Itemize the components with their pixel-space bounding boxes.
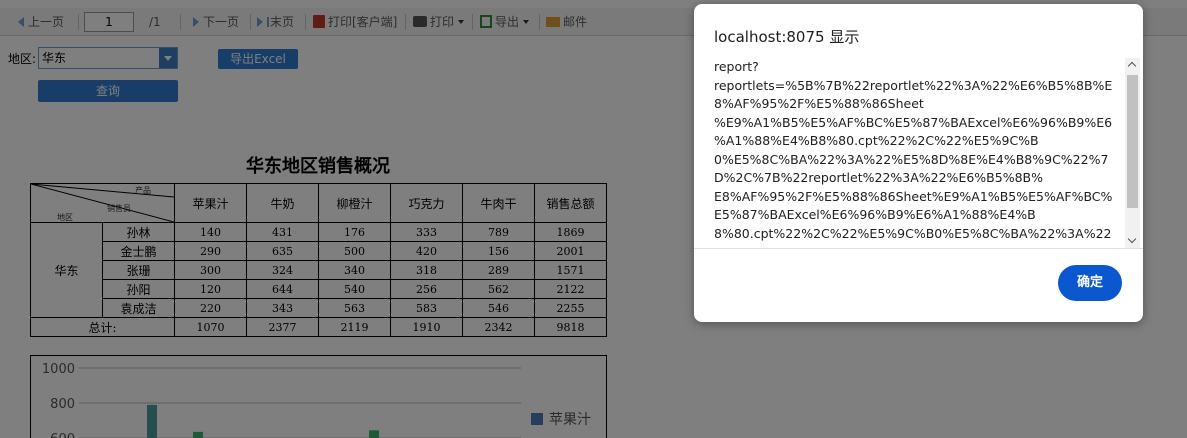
- alert-dialog: localhost:8075 显示 report? reportlets=%5B…: [694, 4, 1143, 322]
- scroll-thumb[interactable]: [1127, 75, 1138, 208]
- scroll-down-icon[interactable]: [1125, 233, 1140, 248]
- ok-button[interactable]: 确定: [1058, 265, 1122, 301]
- message-line: E5%87%BAExcel%E6%96%B9%E6%A1%88%E4%B: [714, 207, 1036, 222]
- message-line: report?: [714, 59, 759, 74]
- dialog-title: localhost:8075 显示: [714, 28, 860, 46]
- dialog-message[interactable]: report? reportlets=%5B%7B%22reportlet%22…: [714, 58, 1124, 246]
- message-line: E8%AF%95%2F%E5%88%86Sheet%E9%A1%B5%E5%AF…: [714, 188, 1113, 204]
- message-line: 8%80.cpt%22%2C%22%E5%9C%B0%E5%8C%BA%22%3…: [714, 225, 1112, 241]
- message-line: %A1%88%E4%B8%80.cpt%22%2C%22%E5%9C%B: [714, 133, 1039, 148]
- dialog-divider: [694, 248, 1143, 249]
- scroll-up-icon[interactable]: [1125, 58, 1140, 73]
- message-line: 0%E5%8C%BA%22%3A%22%E5%8D%8E%E4%B8%9C%22…: [714, 151, 1109, 167]
- message-line: D%2C%7B%22reportlet%22%3A%22%E6%B5%8B%: [714, 170, 1043, 185]
- message-line: 8%AF%95%2F%E5%88%86Sheet: [714, 96, 924, 111]
- message-line: %E9%A1%B5%E5%AF%BC%E5%87%BAExcel%E6%96%B…: [714, 114, 1113, 130]
- dialog-scrollbar[interactable]: [1125, 58, 1140, 248]
- message-line: reportlets=%5B%7B%22reportlet%22%3A%22%E…: [714, 77, 1113, 93]
